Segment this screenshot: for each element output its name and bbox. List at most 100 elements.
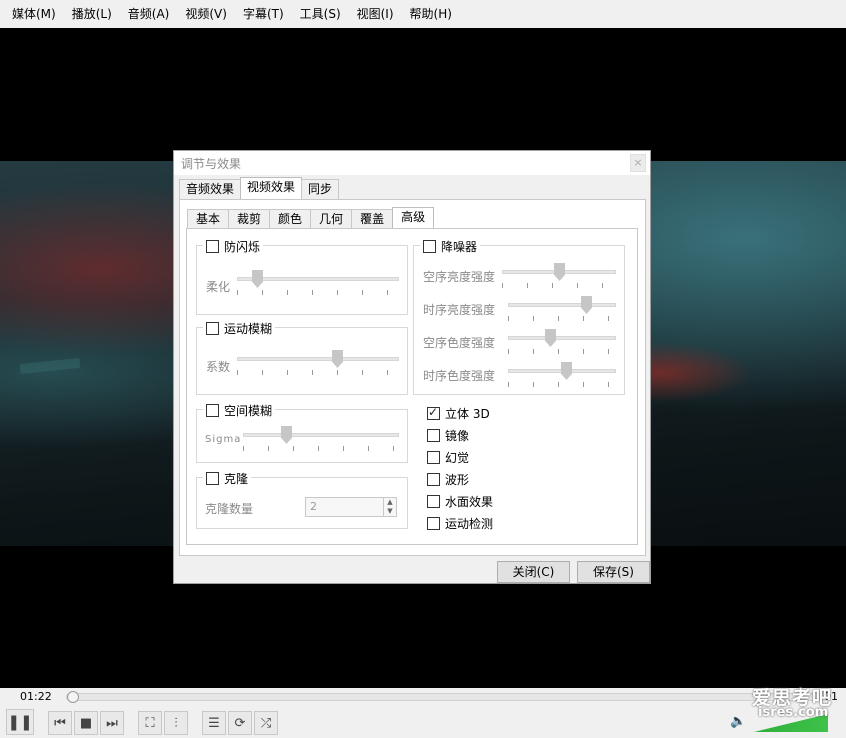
- slider-ticks: [243, 446, 399, 451]
- clone-checkbox[interactable]: [206, 472, 219, 485]
- slider-thumb[interactable]: [281, 426, 292, 444]
- option-motion-detect[interactable]: 运动检测: [427, 515, 493, 532]
- option-label: 立体 3D: [445, 407, 490, 421]
- option-checkbox[interactable]: [427, 405, 440, 420]
- save-button[interactable]: 保存(S): [577, 561, 650, 583]
- slider-track: [237, 357, 399, 361]
- denoiser-group: 降噪器 空序亮度强度 时序亮度强度 空序色度强度 时序色度强度: [413, 238, 625, 395]
- denoiser-label: 降噪器: [441, 240, 478, 254]
- tab-color[interactable]: 颜色: [269, 209, 312, 228]
- clone-count-stepper[interactable]: 2 ▲ ▼: [305, 497, 397, 517]
- tab-overlay[interactable]: 覆盖: [351, 209, 394, 228]
- seek-handle[interactable]: [67, 691, 79, 703]
- option-checkbox[interactable]: [427, 495, 440, 508]
- slider-thumb[interactable]: [545, 329, 556, 347]
- equalizer-icon: ⫶: [174, 715, 178, 731]
- spatial-blur-group: 空间模糊 Sigma: [196, 402, 408, 463]
- menu-subtitle[interactable]: 字幕(T): [235, 0, 292, 28]
- tab-crop[interactable]: 裁剪: [228, 209, 271, 228]
- fullscreen-button[interactable]: ⛶: [138, 711, 162, 735]
- temporal-chroma-slider[interactable]: [508, 362, 616, 387]
- option-wave[interactable]: 波形: [427, 471, 469, 488]
- option-checkbox[interactable]: [427, 517, 440, 530]
- temporal-luma-slider[interactable]: [508, 296, 616, 321]
- spatial-blur-checkbox[interactable]: [206, 404, 219, 417]
- clone-count-label: 克隆数量: [205, 502, 254, 516]
- menu-media[interactable]: 媒体(M): [4, 0, 64, 28]
- option-label: 运动检测: [445, 517, 494, 531]
- motion-blur-checkbox[interactable]: [206, 322, 219, 335]
- tab-advanced[interactable]: 高级: [392, 207, 435, 228]
- slider-track: [243, 433, 399, 437]
- clone-group: 克隆 克隆数量 2 ▲ ▼: [196, 470, 408, 529]
- tab-basic[interactable]: 基本: [187, 209, 230, 228]
- menu-tools[interactable]: 工具(S): [292, 0, 349, 28]
- loop-icon: ⟳: [234, 715, 246, 731]
- close-button[interactable]: 关闭(C): [497, 561, 570, 583]
- slider-ticks: [508, 349, 616, 354]
- motion-blur-group: 运动模糊 系数: [196, 320, 408, 395]
- slider-ticks: [508, 382, 616, 387]
- sigma-slider[interactable]: [243, 426, 399, 451]
- option-checkbox[interactable]: [427, 473, 440, 486]
- menu-audio[interactable]: 音频(A): [120, 0, 178, 28]
- slider-thumb[interactable]: [561, 362, 572, 380]
- shuffle-button[interactable]: ⤮: [254, 711, 278, 735]
- next-icon: ⏭: [106, 715, 118, 731]
- spatial-luma-slider[interactable]: [502, 263, 616, 288]
- slider-thumb[interactable]: [252, 270, 263, 288]
- option-checkbox[interactable]: [427, 429, 440, 442]
- tab-audio-effects[interactable]: 音频效果: [179, 179, 242, 199]
- slider-ticks: [237, 290, 399, 295]
- stop-icon: ■: [79, 715, 93, 731]
- factor-slider[interactable]: [237, 350, 399, 375]
- main-tabs: 音频效果 视频效果 同步: [179, 177, 340, 200]
- anti-flicker-checkbox[interactable]: [206, 240, 219, 253]
- option-psychedelic[interactable]: 幻觉: [427, 449, 469, 466]
- fullscreen-icon: ⛶: [145, 715, 155, 731]
- stepper-arrows-icon[interactable]: ▲ ▼: [383, 498, 396, 516]
- slider-thumb[interactable]: [581, 296, 592, 314]
- option-mirror[interactable]: 镜像: [427, 427, 469, 444]
- menu-playback[interactable]: 播放(L): [64, 0, 120, 28]
- advanced-panel: 防闪烁 柔化 运动模糊 系数 空间模糊 Sigma 克隆 克隆数量 2 ▲ ▼ …: [186, 228, 638, 545]
- next-button[interactable]: ⏭: [100, 711, 124, 735]
- spatial-luma-label: 空序亮度强度: [423, 270, 496, 284]
- softening-label: 柔化: [206, 280, 231, 294]
- slider-track: [508, 336, 616, 340]
- slider-track: [508, 303, 616, 307]
- seek-bar[interactable]: [66, 691, 828, 703]
- stop-button[interactable]: ■: [74, 711, 98, 735]
- video-effects-panel: 基本 裁剪 颜色 几何 覆盖 高级 防闪烁 柔化 运动模糊 系数 空间模糊 Si…: [179, 199, 646, 556]
- tab-geometry[interactable]: 几何: [310, 209, 353, 228]
- tab-video-effects[interactable]: 视频效果: [240, 177, 303, 199]
- tab-sync[interactable]: 同步: [301, 179, 340, 199]
- option-water-effect[interactable]: 水面效果: [427, 493, 493, 510]
- spatial-chroma-slider[interactable]: [508, 329, 616, 354]
- pause-button[interactable]: ❚❚: [6, 709, 34, 735]
- dialog-close-icon[interactable]: ×: [630, 154, 646, 172]
- extended-settings-button[interactable]: ⫶: [164, 711, 188, 735]
- video-effects-tabs: 基本 裁剪 颜色 几何 覆盖 高级: [187, 207, 435, 229]
- playlist-button[interactable]: ☰: [202, 711, 226, 735]
- softening-slider[interactable]: [237, 270, 399, 295]
- menu-video[interactable]: 视频(V): [177, 0, 235, 28]
- slider-thumb[interactable]: [554, 263, 565, 281]
- anti-flicker-title: 防闪烁: [203, 238, 264, 255]
- option-label: 镜像: [445, 429, 470, 443]
- current-time: 01:22: [20, 690, 52, 703]
- menu-view[interactable]: 视图(I): [349, 0, 402, 28]
- denoiser-checkbox[interactable]: [423, 240, 436, 253]
- previous-button[interactable]: ⏮: [48, 711, 72, 735]
- option-label: 水面效果: [445, 495, 494, 509]
- slider-thumb[interactable]: [332, 350, 343, 368]
- speaker-icon[interactable]: 🔈: [730, 714, 746, 729]
- loop-button[interactable]: ⟳: [228, 711, 252, 735]
- menu-help[interactable]: 帮助(H): [402, 0, 460, 28]
- option-checkbox[interactable]: [427, 451, 440, 464]
- option-stereo-3d[interactable]: 立体 3D: [427, 405, 490, 422]
- clone-count-value: 2: [310, 500, 317, 513]
- motion-blur-label: 运动模糊: [224, 322, 273, 336]
- factor-label: 系数: [206, 360, 231, 374]
- clone-label: 克隆: [224, 472, 249, 486]
